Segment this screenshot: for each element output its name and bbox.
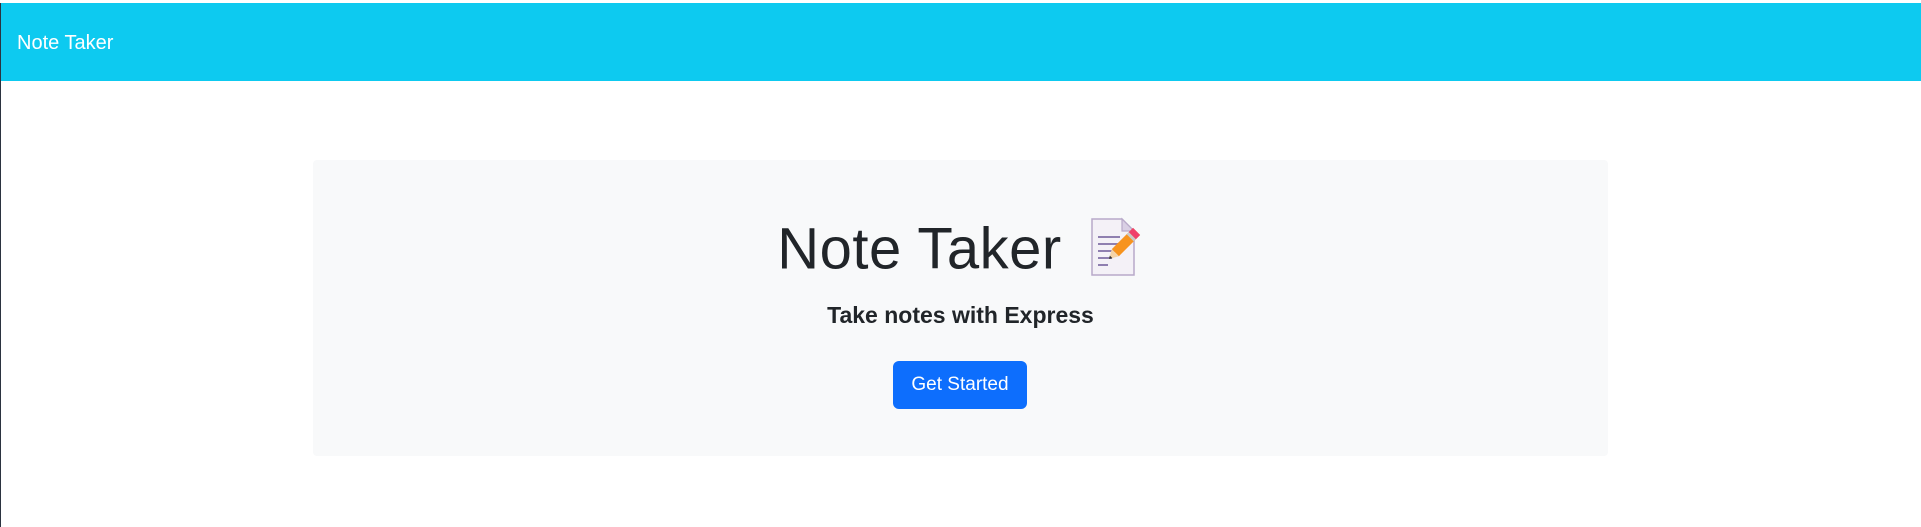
memo-icon: [1088, 217, 1144, 279]
navbar: Note Taker: [1, 3, 1921, 81]
navbar-brand-link[interactable]: Note Taker: [17, 31, 113, 55]
page-subtitle: Take notes with Express: [827, 302, 1094, 328]
page-title: Note Taker: [313, 212, 1608, 284]
hero-section: Note Taker Take notes with Express Get S…: [313, 160, 1608, 456]
page-title-text: Note Taker: [777, 216, 1062, 282]
get-started-button[interactable]: Get Started: [893, 361, 1027, 409]
